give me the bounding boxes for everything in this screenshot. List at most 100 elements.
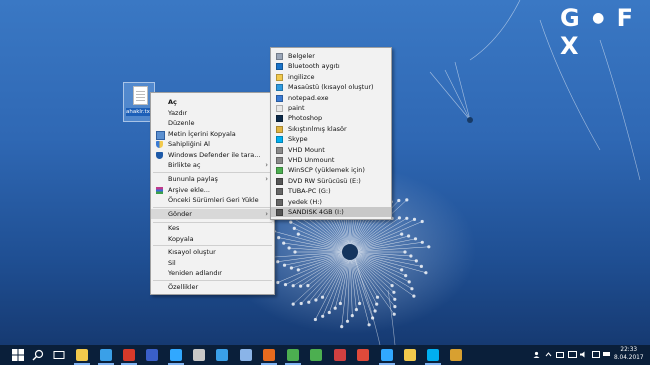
menu-item-copy-text[interactable]: Metin İçerini Kopyala xyxy=(151,129,274,140)
drive-icon xyxy=(276,157,283,164)
send-to-item-bluetooth-ayg-t[interactable]: Bluetooth aygıtı xyxy=(271,61,391,71)
submenu-arrow-icon: › xyxy=(265,161,268,169)
send-to-item-label: DVD RW Sürücüsü (E:) xyxy=(288,176,361,185)
send-to-item-s-k-t-r-lm-klas-r[interactable]: Sıkıştırılmış klasör xyxy=(271,124,391,134)
photos-icon[interactable] xyxy=(98,349,114,365)
keyboard-language-icon[interactable] xyxy=(603,351,610,358)
menu-item-print[interactable]: Yazdır xyxy=(151,108,274,118)
bluetooth-icon xyxy=(276,63,283,71)
send-to-item-label: Masaüstü (kısayol oluştur) xyxy=(288,83,374,92)
send-to-item-tuba-pc-g[interactable]: TUBA-PC (G:) xyxy=(271,186,391,196)
logo-letter-f: F xyxy=(616,4,635,32)
notepad-icon xyxy=(276,94,283,102)
winscp-icon xyxy=(276,167,283,175)
menu-separator xyxy=(153,280,272,281)
menu-item-add-to-archive[interactable]: Arşive ekle... xyxy=(151,185,274,195)
send-to-item-label: ingilizce xyxy=(288,72,315,81)
menu-item-open-with[interactable]: Birlikte aç › xyxy=(151,160,274,170)
send-to-item-masa-st-k-sayol-olu-tur[interactable]: Masaüstü (kısayol oluştur) xyxy=(271,82,391,92)
send-to-item-label: Photoshop xyxy=(288,114,323,123)
menu-item-properties[interactable]: Özellikler xyxy=(151,282,274,292)
drive-icon xyxy=(276,146,283,154)
menu-separator xyxy=(153,172,272,173)
send-to-item-winscp-y-klemek-i-in[interactable]: WinSCP (yüklemek için) xyxy=(271,165,391,175)
send-to-item-ingilizce[interactable]: ingilizce xyxy=(271,72,391,82)
text-file-icon xyxy=(133,86,148,105)
monitor-icon[interactable] xyxy=(240,349,252,361)
menu-item-rename[interactable]: Yeniden adlandır xyxy=(151,268,274,278)
defender-icon xyxy=(156,151,163,159)
menu-item-open[interactable]: Aç xyxy=(151,97,274,107)
chevron-up-icon[interactable] xyxy=(545,351,552,358)
action-center-icon[interactable] xyxy=(592,351,600,358)
network-tray-icon[interactable] xyxy=(568,351,577,358)
send-to-item-label: Bluetooth aygıtı xyxy=(288,62,340,71)
send-to-item-label: yedek (H:) xyxy=(288,197,322,206)
photoshop-icon[interactable] xyxy=(168,349,184,365)
send-to-item-label: Belgeler xyxy=(288,52,315,60)
logo-letter-x: X xyxy=(560,32,580,60)
paint-icon xyxy=(276,105,283,112)
network-icon[interactable] xyxy=(216,349,228,361)
menu-item-send-to[interactable]: Gönder › xyxy=(151,209,274,219)
send-to-item-label: Sıkıştırılmış klasör xyxy=(288,124,347,133)
app-icon[interactable] xyxy=(334,349,346,361)
menu-item-restore-versions[interactable]: Önceki Sürümleri Geri Yükle xyxy=(151,195,274,205)
system-clock[interactable]: 22:33 8.04.2017 xyxy=(614,347,644,362)
volume-icon[interactable] xyxy=(580,351,587,358)
photoshop-icon xyxy=(276,115,283,123)
taskbar: 22:33 8.04.2017 xyxy=(0,345,650,365)
menu-item-create-shortcut[interactable]: Kısayol oluştur xyxy=(151,247,274,257)
photoshop-icon-2[interactable] xyxy=(379,349,395,365)
chrome-icon-2[interactable] xyxy=(357,349,369,361)
send-to-item-dvd-rw-s-r-c-s-e[interactable]: DVD RW Sürücüsü (E:) xyxy=(271,176,391,186)
menu-item-take-ownership[interactable]: Sahipliğini Al xyxy=(151,139,274,149)
file-explorer-icon[interactable] xyxy=(74,349,90,365)
send-to-item-label: TUBA-PC (G:) xyxy=(288,187,331,196)
skype-icon xyxy=(276,136,283,144)
send-to-item-label: VHD Unmount xyxy=(288,156,335,164)
folder-icon xyxy=(276,73,283,81)
drive-icon xyxy=(276,198,283,206)
winrar-icon[interactable] xyxy=(450,349,462,361)
drive-icon xyxy=(276,188,283,196)
firefox-icon[interactable] xyxy=(261,349,277,365)
search-icon[interactable] xyxy=(32,349,44,361)
tool-icon[interactable] xyxy=(193,349,205,361)
send-to-item-label: paint xyxy=(288,104,305,112)
usb-drive-icon xyxy=(276,209,283,216)
virtualbox-icon[interactable] xyxy=(146,349,158,361)
clock-date: 8.04.2017 xyxy=(614,354,644,361)
send-to-item-label: WinSCP (yüklemek için) xyxy=(288,166,365,175)
send-to-item-sandisk-4gb-i[interactable]: SANDISK 4GB (I:) xyxy=(271,207,391,218)
send-to-item-vhd-mount[interactable]: VHD Mount xyxy=(271,145,391,155)
send-to-item-skype[interactable]: Skype xyxy=(271,134,391,144)
menu-item-share-with[interactable]: Bununla paylaş › xyxy=(151,174,274,184)
send-to-item-belgeler[interactable]: Belgeler xyxy=(271,51,391,61)
menu-item-copy[interactable]: Kopyala xyxy=(151,234,274,244)
dvd-icon xyxy=(276,177,283,185)
skype-icon[interactable] xyxy=(425,349,441,365)
menu-item-delete[interactable]: Sil xyxy=(151,258,274,268)
send-to-item-paint[interactable]: paint xyxy=(271,103,391,113)
battery-icon[interactable] xyxy=(556,351,564,358)
send-to-item-vhd-unmount[interactable]: VHD Unmount xyxy=(271,155,391,165)
start-icon[interactable] xyxy=(12,349,24,361)
desktop-icon xyxy=(276,84,283,92)
menu-separator xyxy=(153,207,272,208)
people-icon[interactable] xyxy=(533,351,540,358)
shield-icon xyxy=(156,141,163,148)
chrome-icon[interactable] xyxy=(285,349,301,365)
send-to-item-notepad-exe[interactable]: notepad.exe xyxy=(271,93,391,103)
task-view-icon[interactable] xyxy=(53,349,65,361)
send-to-item-photoshop[interactable]: Photoshop xyxy=(271,113,391,123)
winscp-icon[interactable] xyxy=(310,349,322,361)
folder-icon[interactable] xyxy=(404,349,416,361)
menu-item-defender-scan[interactable]: Windows Defender ile tara... xyxy=(151,150,274,160)
menu-item-edit[interactable]: Düzenle xyxy=(151,118,274,128)
menu-separator xyxy=(153,245,272,246)
send-to-item-yedek-h[interactable]: yedek (H:) xyxy=(271,197,391,207)
send-to-submenu: Belgeler Bluetooth aygıtı ingilizce Masaüst… xyxy=(270,47,392,220)
menu-item-cut[interactable]: Kes xyxy=(151,223,274,233)
ccleaner-icon[interactable] xyxy=(121,349,137,365)
